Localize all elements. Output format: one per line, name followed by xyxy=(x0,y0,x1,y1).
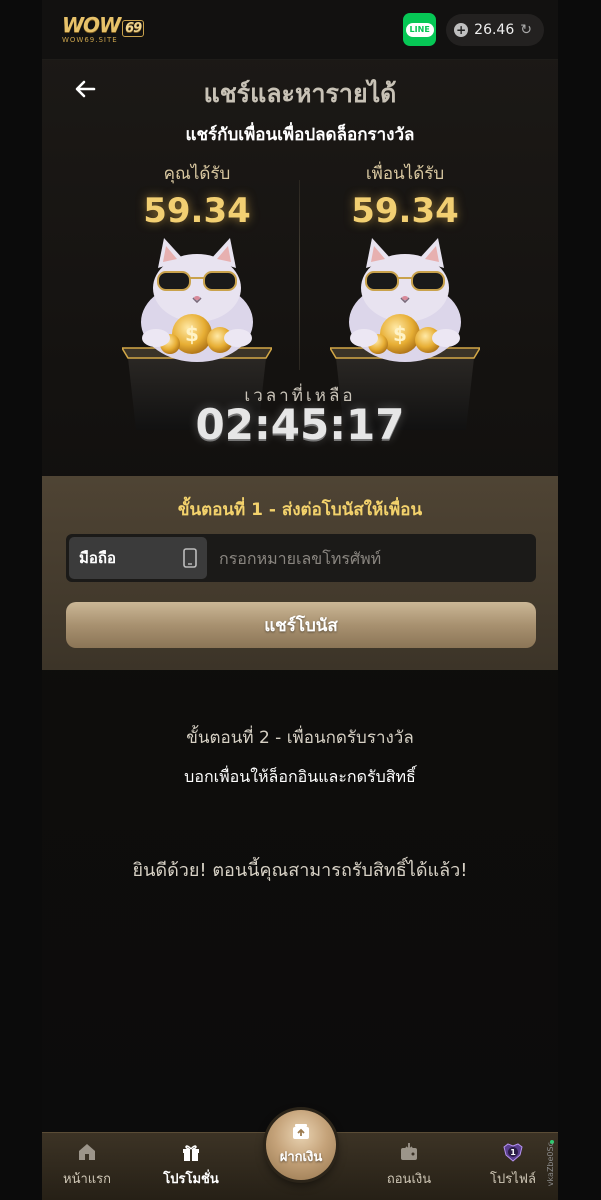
svg-text:$: $ xyxy=(185,322,199,346)
page-title: แชร์และหารายได้ xyxy=(203,79,397,108)
step1-panel: ขั้นตอนที่ 1 - ส่งต่อโบนัสให้เพื่อน มือถ… xyxy=(42,476,558,670)
countdown-timer: 02:45:17 xyxy=(195,400,405,449)
friend-reward-amount: 59.34 xyxy=(351,191,459,231)
logo[interactable]: WOW 69 WOW69.SITE xyxy=(62,13,145,44)
logo-site: WOW69.SITE xyxy=(62,36,118,44)
reward-divider xyxy=(299,180,300,370)
line-icon: LINE xyxy=(405,22,434,37)
deposit-icon xyxy=(293,1124,309,1139)
step2-description: บอกเพื่อนให้ล็อกอินและกดรับสิทธิ์ xyxy=(184,767,416,786)
friend-reward: เพื่อนได้รับ 59.34 xyxy=(305,160,505,231)
plus-icon: + xyxy=(454,22,469,37)
nav-promotion[interactable]: โปรโมชั่น xyxy=(146,1141,236,1189)
refresh-icon[interactable]: ↻ xyxy=(520,22,532,38)
phone-number-input[interactable] xyxy=(207,537,533,579)
phone-type-label: มือถือ xyxy=(79,549,116,567)
phone-type-selector[interactable]: มือถือ xyxy=(69,537,207,579)
side-tag: vkaZbe0Sc xyxy=(546,1142,555,1187)
top-bar: WOW 69 WOW69.SITE LINE + 26.46 ↻ xyxy=(42,0,558,60)
wallet-icon xyxy=(401,1143,417,1160)
logo-wordmark: WOW 69 xyxy=(62,13,145,37)
logo-main-text: WOW xyxy=(62,13,121,37)
friend-reward-label: เพื่อนได้รับ xyxy=(365,164,445,184)
topbar-actions: LINE + 26.46 ↻ xyxy=(403,13,544,46)
phone-icon xyxy=(183,548,197,568)
nav-profile[interactable]: 1 โปรไฟล์ xyxy=(468,1141,558,1189)
gift-icon xyxy=(183,1145,199,1161)
nav-home[interactable]: หน้าแรก xyxy=(42,1141,132,1189)
deposit-button[interactable]: ฝากเงิน xyxy=(266,1110,336,1180)
deposit-label: ฝากเงิน xyxy=(279,1150,323,1165)
nav-profile-label: โปรไฟล์ xyxy=(490,1172,536,1187)
you-reward-amount: 59.34 xyxy=(143,191,251,231)
you-reward: คุณได้รับ 59.34 xyxy=(97,160,297,231)
congrats-message: ยินดีด้วย! ตอนนี้คุณสามารถรับสิทธิ์ได้แล… xyxy=(132,860,468,881)
svg-text:$: $ xyxy=(393,322,407,346)
step2-title: ขั้นตอนที่ 2 - เพื่อนกดรับรางวัล xyxy=(186,728,414,748)
balance-pill[interactable]: + 26.46 ↻ xyxy=(446,13,544,46)
home-icon xyxy=(79,1144,95,1160)
app-frame: WOW 69 WOW69.SITE LINE + 26.46 ↻ แชร์และห… xyxy=(42,0,558,1200)
nav-withdraw-label: ถอนเงิน xyxy=(386,1172,432,1187)
you-reward-label: คุณได้รับ xyxy=(163,164,231,184)
nav-home-label: หน้าแรก xyxy=(63,1172,111,1187)
nav-promotion-label: โปรโมชั่น xyxy=(163,1172,219,1187)
nav-withdraw[interactable]: ถอนเงิน xyxy=(364,1141,454,1189)
phone-input-row: มือถือ xyxy=(66,534,536,582)
logo-number: 69 xyxy=(122,20,145,37)
share-bonus-button[interactable]: แชร์โบนัส xyxy=(66,602,536,648)
profile-badge-icon: 1 xyxy=(503,1143,523,1162)
step1-title: ขั้นตอนที่ 1 - ส่งต่อโบนัสให้เพื่อน xyxy=(177,500,423,520)
line-button[interactable]: LINE xyxy=(403,13,437,46)
profile-level: 1 xyxy=(510,1148,516,1157)
balance-amount: 26.46 xyxy=(474,21,515,38)
page-subtitle: แชร์กับเพื่อนเพื่อปลดล็อกรางวัล xyxy=(185,125,415,145)
